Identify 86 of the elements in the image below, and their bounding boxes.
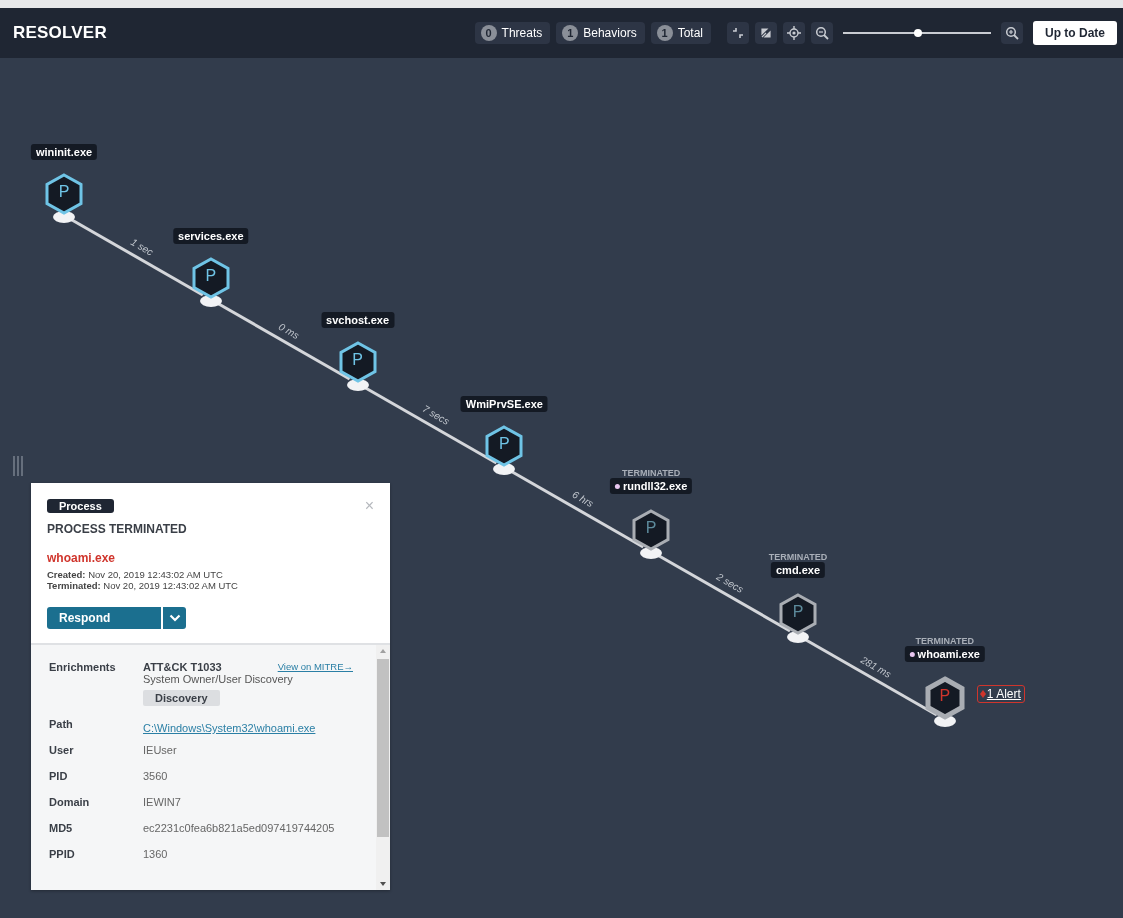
process-name: whoami.exe xyxy=(47,551,116,565)
drag-handle-icon[interactable] xyxy=(13,456,23,476)
node-letter: P xyxy=(204,267,218,285)
field-label: PID xyxy=(49,770,69,784)
duration-label: 7 secs xyxy=(420,403,452,427)
dropdown-button[interactable] xyxy=(163,607,186,629)
collapse-icon xyxy=(732,27,744,39)
path-link[interactable]: C:\Windows\System32\whoami.exe xyxy=(143,722,316,734)
field-value: 3560 xyxy=(143,770,169,784)
type-tag: Process xyxy=(47,499,114,513)
status-label: TERMINATED xyxy=(622,468,681,478)
status-label: TERMINATED xyxy=(768,552,828,562)
panel-heading: PROCESS TERMINATED xyxy=(47,522,187,536)
field-label: Enrichments xyxy=(49,661,117,675)
duration-label: 6 hrs xyxy=(570,488,596,510)
node-letter: P xyxy=(498,435,511,453)
process-node-icon[interactable] xyxy=(337,340,378,392)
process-node-icon[interactable] xyxy=(778,592,818,644)
status-label: TERMINATED xyxy=(915,636,974,646)
field-value: IEUser xyxy=(143,744,178,758)
slider-thumb[interactable] xyxy=(914,29,923,37)
scroll-thumb[interactable] xyxy=(377,659,389,837)
process-name: cmd.exe xyxy=(776,564,820,576)
filter-button[interactable]: 1 Behaviors xyxy=(556,22,645,44)
process-name: WmiPrvSE.exe xyxy=(465,398,543,410)
center-button[interactable] xyxy=(783,22,805,44)
duration-label: 2 secs xyxy=(714,571,745,595)
field-label: MD5 xyxy=(49,822,74,836)
node-letter: P xyxy=(644,519,658,537)
process-node-icon[interactable] xyxy=(484,424,525,476)
duration-label: 1 sec xyxy=(129,236,156,258)
process-node-icon[interactable] xyxy=(924,676,965,728)
alert-link[interactable]: 1 Alert xyxy=(976,685,1025,703)
alert-icon xyxy=(979,690,986,698)
node-letter: P xyxy=(791,603,805,621)
zoom-in-button[interactable] xyxy=(1001,22,1023,44)
duration-label: 281 ms xyxy=(859,654,894,680)
field-value: ec2231c0fea6b821a5ed097419744205 xyxy=(143,822,336,836)
zoom-out-button[interactable] xyxy=(811,22,833,44)
process-node-icon[interactable] xyxy=(631,508,672,560)
zoom-out-icon xyxy=(815,26,829,40)
count-badge: 0 xyxy=(480,25,497,41)
filter-button[interactable]: 1 Total xyxy=(650,22,711,44)
process-name: rundll32.exe xyxy=(623,480,688,492)
process-name: whoami.exe xyxy=(917,648,980,660)
target-icon xyxy=(787,26,801,40)
chevron-down-icon xyxy=(168,614,181,622)
node-label[interactable]: svchost.exe xyxy=(321,312,395,328)
technique-description: System Owner/User Discovery xyxy=(143,673,293,685)
count-badge: 1 xyxy=(656,25,673,41)
status-button[interactable]: Up to Date xyxy=(1033,21,1117,45)
timestamp-text: Terminated: Nov 20, 2019 12:43:02 AM UTC xyxy=(47,580,238,591)
timestamp-text: Created: Nov 20, 2019 12:43:02 AM UTC xyxy=(47,569,224,580)
field-label: PPID xyxy=(49,848,76,862)
expand-button[interactable] xyxy=(755,22,777,44)
duration-label: 0 ms xyxy=(277,320,302,342)
field-label: Path xyxy=(49,718,74,732)
tactic-tag: Discovery xyxy=(143,690,220,706)
technique-title: ATT&CK T1033 xyxy=(143,661,222,673)
node-label[interactable]: rundll32.exe xyxy=(610,478,693,494)
zoom-in-icon xyxy=(1005,26,1019,40)
filter-button[interactable]: 0 Threats xyxy=(474,22,551,44)
process-node-icon[interactable] xyxy=(44,172,84,224)
app-logo: RESOLVER xyxy=(13,23,107,43)
mitre-link[interactable]: View on MITRE→ xyxy=(277,661,353,673)
process-node-icon[interactable] xyxy=(190,256,231,308)
node-label[interactable]: WmiPrvSE.exe xyxy=(460,396,548,412)
count-badge: 1 xyxy=(562,25,579,41)
process-name: wininit.exe xyxy=(35,146,93,158)
node-letter: P xyxy=(938,687,952,705)
field-label: Domain xyxy=(49,796,91,810)
process-name: services.exe xyxy=(178,230,244,242)
field-value: IEWIN7 xyxy=(143,796,182,810)
node-label[interactable]: whoami.exe xyxy=(904,646,985,662)
node-label[interactable]: services.exe xyxy=(173,228,249,244)
node-letter: P xyxy=(57,183,71,201)
scrollbar[interactable] xyxy=(376,645,390,890)
process-name: svchost.exe xyxy=(326,314,390,326)
node-label[interactable]: wininit.exe xyxy=(30,144,98,160)
collapse-button[interactable] xyxy=(727,22,749,44)
field-label: User xyxy=(49,744,75,758)
node-letter: P xyxy=(351,351,364,369)
node-label[interactable]: cmd.exe xyxy=(771,562,825,578)
respond-button[interactable]: Respond xyxy=(47,607,161,629)
field-value: 1360 xyxy=(143,848,169,862)
expand-icon xyxy=(760,27,772,39)
